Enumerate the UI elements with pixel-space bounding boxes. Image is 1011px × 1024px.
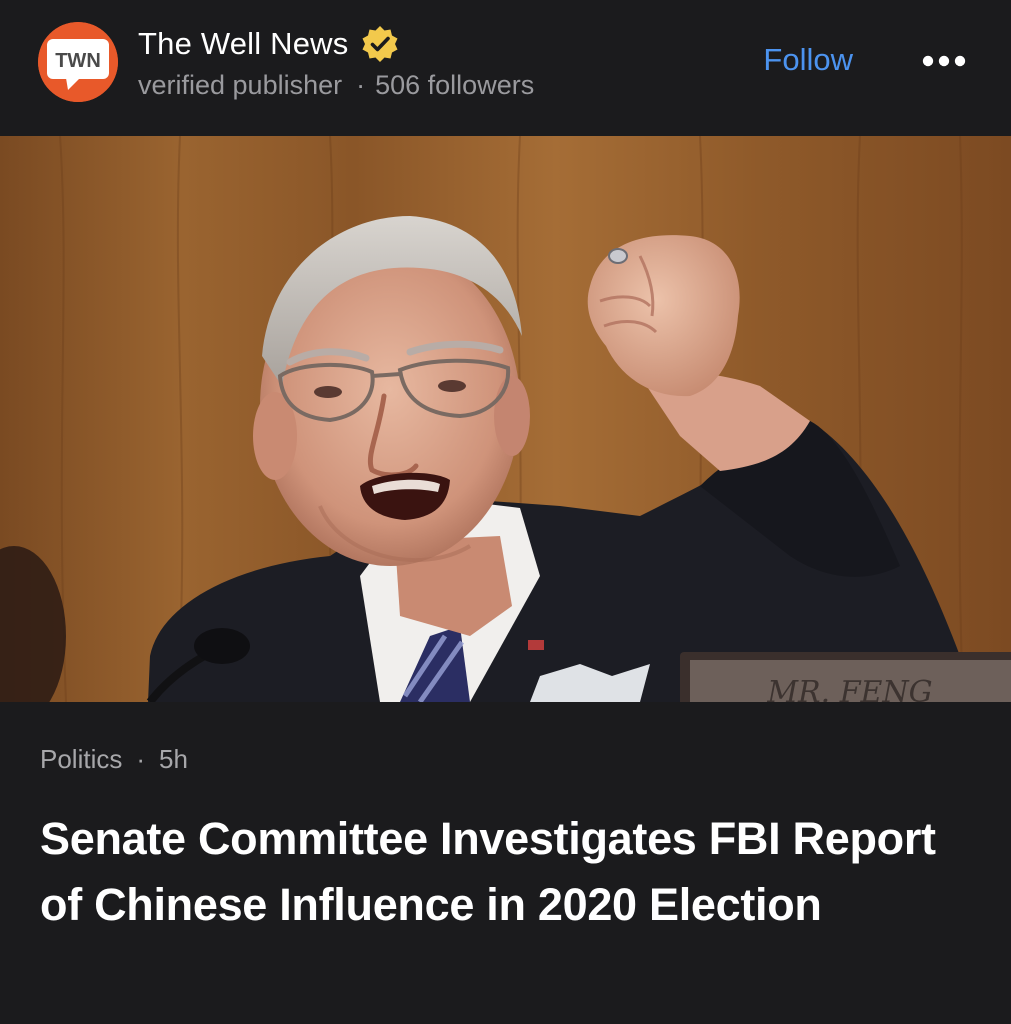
article-meta-separator: · xyxy=(136,744,146,774)
publisher-name-row: The Well News xyxy=(138,24,400,64)
followers-count: 506 followers xyxy=(375,70,535,100)
more-horizontal-icon xyxy=(922,55,966,67)
article-headline[interactable]: Senate Committee Investigates FBI Report… xyxy=(40,806,970,938)
follow-button[interactable]: Follow xyxy=(763,42,853,78)
publisher-meta: verified publisher · 506 followers xyxy=(138,70,534,101)
article-hero-image[interactable]: MR. FENG xyxy=(0,136,1011,702)
article-category[interactable]: Politics xyxy=(40,744,122,774)
publisher-name[interactable]: The Well News xyxy=(138,26,348,62)
meta-separator: · xyxy=(356,70,366,100)
more-options-button[interactable] xyxy=(916,46,972,76)
publisher-avatar[interactable]: TWN xyxy=(38,22,118,102)
publisher-subtitle: verified publisher xyxy=(138,70,343,100)
logo-text: TWN xyxy=(55,50,101,72)
twn-logo-icon: TWN xyxy=(38,22,118,102)
publisher-header: TWN The Well News verified publisher · 506… xyxy=(0,0,1011,136)
nameplate-text: MR. FENG xyxy=(766,675,932,702)
hero-photo: MR. FENG xyxy=(0,136,1011,702)
article-age: 5h xyxy=(159,744,188,774)
news-card: TWN The Well News verified publisher · 506… xyxy=(0,0,1011,1024)
verified-badge-icon xyxy=(360,24,400,64)
article-meta: Politics · 5h xyxy=(40,744,188,775)
